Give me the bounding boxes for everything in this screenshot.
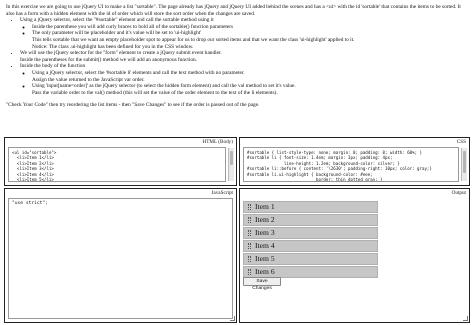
css-scrollbar[interactable]	[461, 148, 467, 181]
list-item[interactable]: Item 2	[243, 214, 378, 226]
item-label: Item 4	[255, 240, 275, 250]
item-label: Item 1	[255, 201, 275, 211]
drag-handle-icon[interactable]	[248, 243, 251, 250]
javascript-editor[interactable]: "use strict";	[8, 198, 233, 319]
item-label: Item 3	[255, 227, 275, 237]
steps-list: Using a jQuery selector, select the "#so…	[6, 17, 468, 96]
outro-text: "Check Your Code" then try reordering th…	[6, 102, 260, 109]
javascript-panel: JavaScript "use strict";	[4, 188, 237, 323]
html-panel: HTML (Body) <ul id="sortable"> <li>Item …	[4, 137, 237, 186]
step-sublist: Inside the parenthese you will add curly…	[20, 24, 468, 50]
drag-handle-icon[interactable]	[248, 229, 251, 236]
substep: Using 'input[name=order]' as the jQuery …	[32, 83, 468, 96]
scrollbar-thumb[interactable]	[230, 151, 233, 165]
drag-handle-icon[interactable]	[248, 256, 251, 263]
step-text: Using a jQuery selector, select the "#so…	[20, 17, 214, 24]
substep: Using a jQuery selector, select the '#so…	[32, 70, 468, 83]
step-2: We will use the jQuery selector for the …	[20, 50, 468, 63]
css-editor[interactable]: #sortable { list-style-type: none; margi…	[243, 147, 459, 182]
substep-line: Pass the variable order to the val() met…	[32, 89, 278, 96]
panel-label: HTML (Body)	[202, 139, 234, 145]
panel-label: JavaScript	[211, 190, 233, 196]
substep: The only parameter will be placeholder a…	[32, 30, 468, 37]
substep-line: Using 'input[name=order]' as the jQuery …	[32, 83, 296, 90]
step-sublist: Using a jQuery selector, select the '#so…	[20, 70, 468, 96]
substep: Inside the parenthese you will add curly…	[32, 24, 468, 31]
item-label: Item 2	[255, 214, 275, 224]
item-label: Item 6	[255, 266, 275, 276]
list-item[interactable]: Item 1	[243, 201, 378, 213]
sortable-list: Item 1 Item 2 Item 3 Item 4 Item 5 Item …	[243, 201, 378, 280]
panel-label: Output	[451, 190, 466, 196]
html-editor[interactable]: <ul id="sortable"> <li>Item 1</li> <li>I…	[8, 147, 226, 182]
panel-label: CSS	[456, 139, 466, 145]
substep-line: Using a jQuery selector, select the '#so…	[32, 69, 245, 76]
step-text: We will use the jQuery selector for the …	[20, 50, 222, 57]
drag-handle-icon[interactable]	[248, 269, 251, 276]
substep-line: Assign the value returned to the JavaScr…	[32, 76, 145, 83]
resize-grip[interactable]	[463, 316, 468, 321]
scrollbar-thumb[interactable]	[463, 151, 466, 173]
html-scrollbar[interactable]	[228, 148, 234, 181]
note-line: Notice: The class .ui-highlight has been…	[32, 43, 194, 50]
css-panel: CSS #sortable { list-style-type: none; m…	[239, 137, 470, 186]
list-item[interactable]: Item 5	[243, 253, 378, 265]
resize-grip[interactable]	[230, 316, 235, 321]
drag-handle-icon[interactable]	[248, 216, 251, 223]
step-note: Inside the parentheses for the submit() …	[20, 56, 197, 63]
substep-note: This tells sortable that we want an empt…	[32, 37, 468, 50]
save-changes-button[interactable]: Save Changes	[243, 277, 281, 291]
step-1: Using a jQuery selector, select the "#so…	[20, 17, 468, 50]
note-line: This tells sortable that we want an empt…	[32, 36, 355, 43]
item-label: Item 5	[255, 253, 275, 263]
intro-text: In this exercise we are going to use jQu…	[6, 4, 461, 17]
list-item[interactable]: Item 4	[243, 240, 378, 252]
step-3: Inside the body of the function Using a …	[20, 63, 468, 96]
list-item[interactable]: Item 3	[243, 227, 378, 239]
step-text: Inside the body of the function	[20, 63, 86, 70]
drag-handle-icon[interactable]	[248, 203, 251, 210]
instructions: In this exercise we are going to use jQu…	[6, 4, 468, 109]
